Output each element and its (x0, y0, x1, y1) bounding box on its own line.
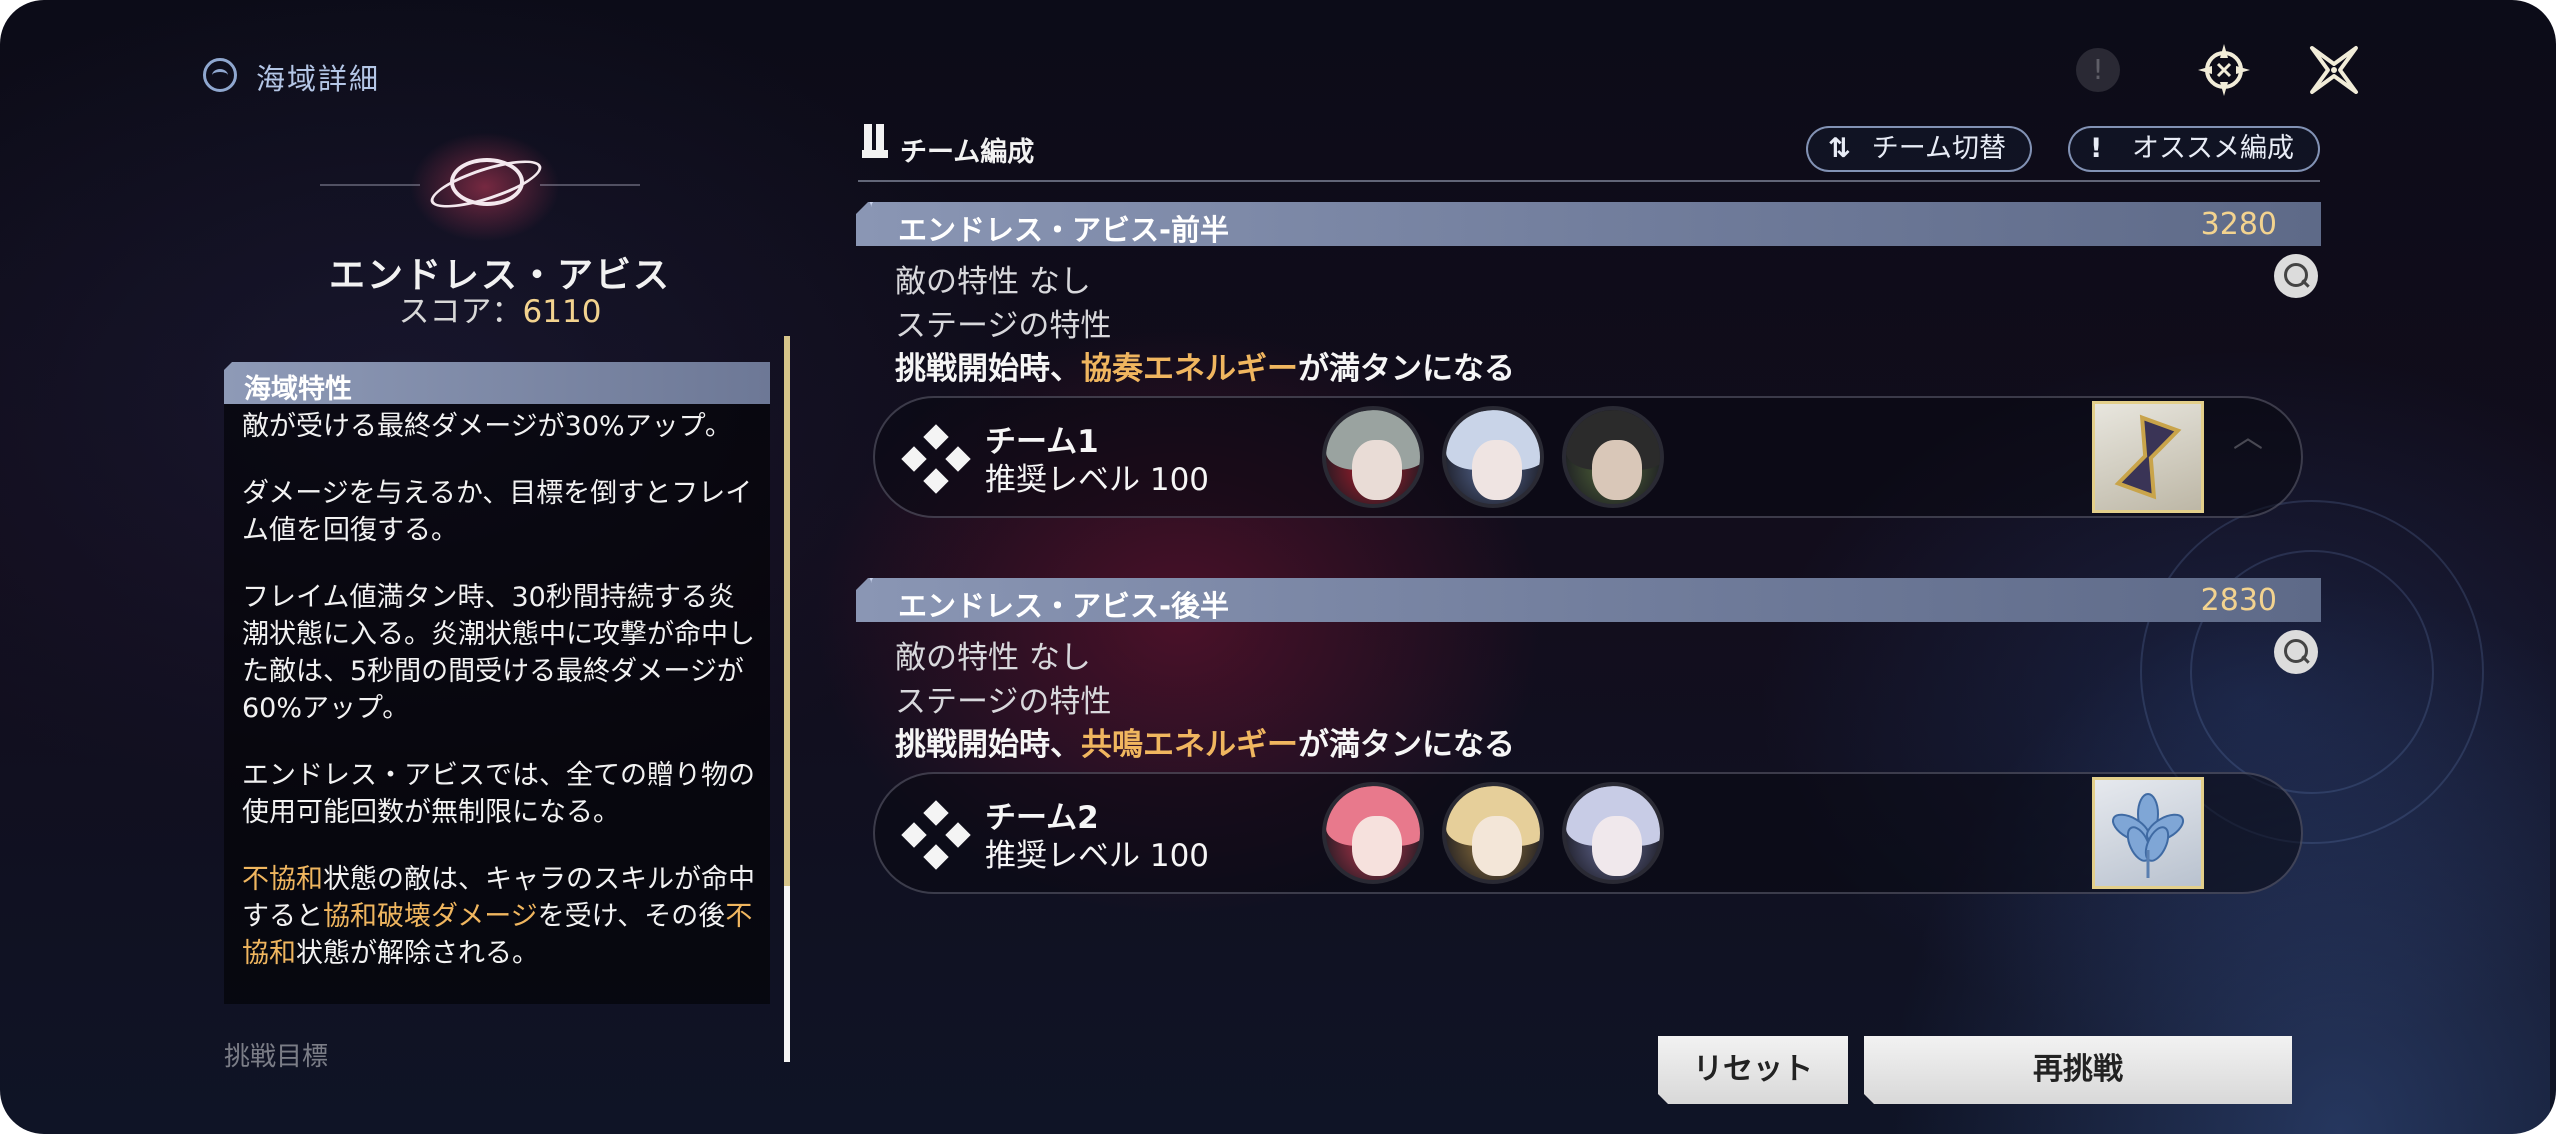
half-score: 3280 (2200, 207, 2277, 242)
recommended-level: 推奨レベル 100 (985, 838, 1210, 874)
switch-icon: ⇅ (1828, 133, 1851, 164)
stage-trait: 挑戦開始時、協奏エネルギーが満タンになる (895, 351, 1515, 387)
sea-area-icon (203, 58, 237, 92)
divider (858, 180, 2320, 182)
first-half-header: ✦ エンドレス・アビス-前半 3280 (856, 202, 2321, 246)
close-icon[interactable] (2304, 40, 2364, 100)
challenge-goal-label: 挑戦目標 (224, 1042, 329, 1072)
half-name: エンドレス・アビス-前半 (898, 213, 1230, 247)
sea-area-properties[interactable]: 海域特性 敵が受ける最終ダメージが30%アップ。 ダメージを与えるか、目標を倒す… (224, 358, 770, 1008)
properties-heading: 海域特性 (224, 362, 770, 404)
compass-icon[interactable] (2194, 40, 2254, 100)
exclamation-icon: ! (2090, 133, 2103, 164)
chevron-up-icon: ︿ (2233, 420, 2263, 455)
recommended-team-button[interactable]: ! オススメ編成 (2068, 126, 2320, 172)
team-comp-title: チーム編成 (900, 137, 1035, 168)
stage-trait-label: ステージの特性 (895, 684, 1112, 720)
properties-body: 敵が受ける最終ダメージが30%アップ。 ダメージを与えるか、目標を倒すとフレイム… (224, 404, 770, 1004)
character-avatar[interactable] (1442, 782, 1544, 884)
team-card[interactable]: チーム2 推奨レベル 100 (873, 772, 2303, 894)
character-avatar[interactable] (1562, 782, 1664, 884)
property-text: エンドレス・アビスでは、全ての贈り物の使用可能回数が無制限になる。 (242, 760, 755, 828)
game-screen: 海域詳細 ! エンドレス・アビス スコア：6110 海域特性 敵が受ける最終ダメ… (0, 0, 2556, 1134)
property-text: フレイム値満タン時、30秒間持続する炎潮状態に入る。炎潮状態中に攻撃が命中した敵… (242, 582, 755, 724)
score-value: 6110 (522, 294, 602, 330)
stage-trait-label: ステージの特性 (895, 308, 1112, 344)
property-text: 不協和状態の敵は、キャラのスキルが命中すると協和破壊ダメージを受け、その後不協和… (242, 864, 755, 969)
search-icon[interactable] (2274, 254, 2318, 298)
half-name: エンドレス・アビス-後半 (898, 589, 1230, 623)
properties-scrollbar[interactable] (784, 336, 790, 1062)
team-icon (862, 124, 888, 162)
character-avatar[interactable] (1322, 782, 1424, 884)
reset-button[interactable]: リセット (1658, 1036, 1848, 1104)
team-switch-button[interactable]: ⇅ チーム切替 (1806, 126, 2032, 172)
hourglass-item-icon[interactable] (2092, 401, 2204, 513)
half-score: 2830 (2200, 583, 2277, 618)
endless-abyss-emblem (320, 132, 640, 242)
team-emblem-icon (901, 424, 971, 494)
property-text: 敵が受ける最終ダメージが30%アップ。 (242, 411, 732, 442)
character-avatar[interactable] (1322, 406, 1424, 508)
second-half-header: ✦ エンドレス・アビス-後半 2830 (856, 578, 2321, 622)
team-card[interactable]: チーム1 推奨レベル 100 ︿ (873, 396, 2303, 518)
search-icon[interactable] (2274, 630, 2318, 674)
retry-button[interactable]: 再挑戦 (1864, 1036, 2292, 1104)
property-text: ダメージを与えるか、目標を倒すとフレイム値を回復する。 (242, 478, 753, 546)
page-title: 海域詳細 (256, 62, 381, 96)
info-icon: ! (2076, 48, 2120, 92)
enemy-trait: 敵の特性 なし (895, 640, 1091, 676)
abyss-score: スコア：6110 (300, 286, 700, 331)
score-label: スコア： (398, 294, 523, 330)
enemy-trait: 敵の特性 なし (895, 264, 1091, 300)
recommended-level: 推奨レベル 100 (985, 462, 1210, 498)
stage-trait: 挑戦開始時、共鳴エネルギーが満タンになる (895, 727, 1515, 763)
character-avatar[interactable] (1562, 406, 1664, 508)
team-emblem-icon (901, 800, 971, 870)
character-avatar[interactable] (1442, 406, 1544, 508)
crystal-flower-item-icon[interactable] (2092, 777, 2204, 889)
